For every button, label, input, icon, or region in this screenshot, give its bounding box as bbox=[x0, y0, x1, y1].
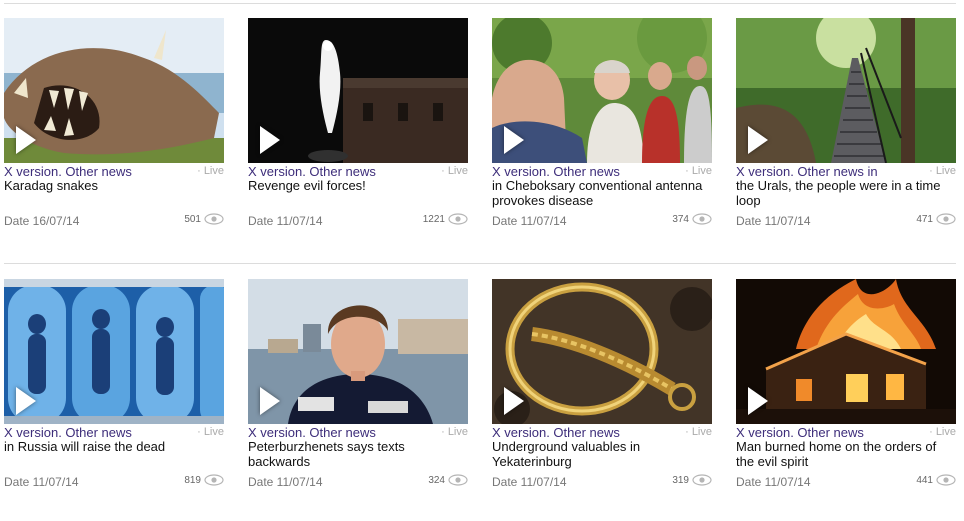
news-card[interactable]: X version. Other news · Live Revenge evi… bbox=[248, 18, 468, 248]
thumbnail-image bbox=[492, 279, 712, 424]
view-count: 319 bbox=[672, 474, 689, 486]
play-icon[interactable] bbox=[260, 387, 280, 415]
news-title[interactable]: Revenge evil forces! bbox=[248, 178, 464, 194]
view-count: 819 bbox=[184, 474, 201, 486]
news-date: Date 11/07/14 bbox=[492, 475, 567, 489]
thumbnail-image bbox=[4, 279, 224, 424]
eye-icon bbox=[936, 213, 956, 225]
video-thumbnail[interactable] bbox=[492, 279, 712, 424]
view-counter: 1221 bbox=[423, 211, 468, 227]
news-date: Date 11/07/14 bbox=[4, 475, 79, 489]
live-label: · Live bbox=[685, 165, 712, 177]
play-icon[interactable] bbox=[748, 387, 768, 415]
view-counter: 441 bbox=[916, 472, 956, 488]
top-divider bbox=[4, 3, 956, 4]
play-icon[interactable] bbox=[504, 387, 524, 415]
category-link[interactable]: X version. Other news bbox=[492, 425, 620, 440]
eye-icon bbox=[204, 474, 224, 486]
eye-icon bbox=[448, 474, 468, 486]
view-counter: 324 bbox=[428, 472, 468, 488]
category-link[interactable]: X version. Other news bbox=[492, 164, 620, 179]
view-counter: 819 bbox=[184, 472, 224, 488]
eye-icon bbox=[936, 474, 956, 486]
view-counter: 501 bbox=[184, 211, 224, 227]
view-counter: 471 bbox=[916, 211, 956, 227]
view-counter: 374 bbox=[672, 211, 712, 227]
video-thumbnail[interactable] bbox=[492, 18, 712, 163]
news-date: Date 11/07/14 bbox=[248, 475, 323, 489]
category-link[interactable]: X version. Other news bbox=[736, 425, 864, 440]
news-card[interactable]: X version. Other news · Live Karadag sna… bbox=[4, 18, 224, 248]
view-count: 501 bbox=[184, 213, 201, 225]
news-date: Date 11/07/14 bbox=[736, 214, 811, 228]
row-divider bbox=[4, 263, 956, 264]
thumbnail-image bbox=[248, 18, 468, 163]
video-thumbnail[interactable] bbox=[248, 279, 468, 424]
news-title[interactable]: in Russia will raise the dead bbox=[4, 439, 220, 455]
play-icon[interactable] bbox=[260, 126, 280, 154]
eye-icon bbox=[692, 474, 712, 486]
live-label: · Live bbox=[197, 426, 224, 438]
news-card[interactable]: X version. Other news in · Live the Ural… bbox=[736, 18, 956, 248]
category-link[interactable]: X version. Other news bbox=[248, 164, 376, 179]
news-title[interactable]: Karadag snakes bbox=[4, 178, 220, 194]
news-card[interactable]: X version. Other news · Live in Russia w… bbox=[4, 279, 224, 509]
video-thumbnail[interactable] bbox=[4, 279, 224, 424]
thumbnail-image bbox=[736, 18, 956, 163]
play-icon[interactable] bbox=[504, 126, 524, 154]
news-title[interactable]: Peterburzhenets says texts backwards bbox=[248, 439, 464, 469]
news-card[interactable]: X version. Other news · Live Man burned … bbox=[736, 279, 956, 509]
news-date: Date 16/07/14 bbox=[4, 214, 80, 228]
video-thumbnail[interactable] bbox=[248, 18, 468, 163]
video-thumbnail[interactable] bbox=[736, 18, 956, 163]
live-label: · Live bbox=[197, 165, 224, 177]
play-icon[interactable] bbox=[748, 126, 768, 154]
play-icon[interactable] bbox=[16, 126, 36, 154]
view-count: 1221 bbox=[422, 213, 445, 225]
news-date: Date 11/07/14 bbox=[736, 475, 811, 489]
view-count: 441 bbox=[916, 474, 933, 486]
category-link[interactable]: X version. Other news bbox=[248, 425, 376, 440]
category-link[interactable]: X version. Other news bbox=[4, 425, 132, 440]
live-label: · Live bbox=[929, 426, 956, 438]
video-thumbnail[interactable] bbox=[736, 279, 956, 424]
eye-icon bbox=[204, 213, 224, 225]
eye-icon bbox=[448, 213, 468, 225]
news-card[interactable]: X version. Other news · Live Underground… bbox=[492, 279, 712, 509]
news-date: Date 11/07/14 bbox=[492, 214, 567, 228]
thumbnail-image bbox=[492, 18, 712, 163]
thumbnail-image bbox=[248, 279, 468, 424]
video-thumbnail[interactable] bbox=[4, 18, 224, 163]
category-link[interactable]: X version. Other news bbox=[4, 164, 132, 179]
category-link[interactable]: X version. Other news in bbox=[736, 164, 878, 179]
news-card[interactable]: X version. Other news · Live in Cheboksa… bbox=[492, 18, 712, 248]
view-count: 471 bbox=[916, 213, 933, 225]
eye-icon bbox=[692, 213, 712, 225]
live-label: · Live bbox=[685, 426, 712, 438]
view-counter: 319 bbox=[672, 472, 712, 488]
news-title[interactable]: Underground valuables in Yekaterinburg bbox=[492, 439, 708, 469]
view-count: 324 bbox=[428, 474, 445, 486]
view-count: 374 bbox=[672, 213, 689, 225]
play-icon[interactable] bbox=[16, 387, 36, 415]
live-label: · Live bbox=[441, 426, 468, 438]
news-date: Date 11/07/14 bbox=[248, 214, 323, 228]
news-title[interactable]: in Cheboksary conventional antenna provo… bbox=[492, 178, 708, 208]
news-title[interactable]: Man burned home on the orders of the evi… bbox=[736, 439, 952, 469]
thumbnail-image bbox=[4, 18, 224, 163]
news-title[interactable]: the Urals, the people were in a time loo… bbox=[736, 178, 952, 208]
news-card[interactable]: X version. Other news · Live Peterburzhe… bbox=[248, 279, 468, 509]
live-label: · Live bbox=[441, 165, 468, 177]
live-label: · Live bbox=[929, 165, 956, 177]
thumbnail-image bbox=[736, 279, 956, 424]
